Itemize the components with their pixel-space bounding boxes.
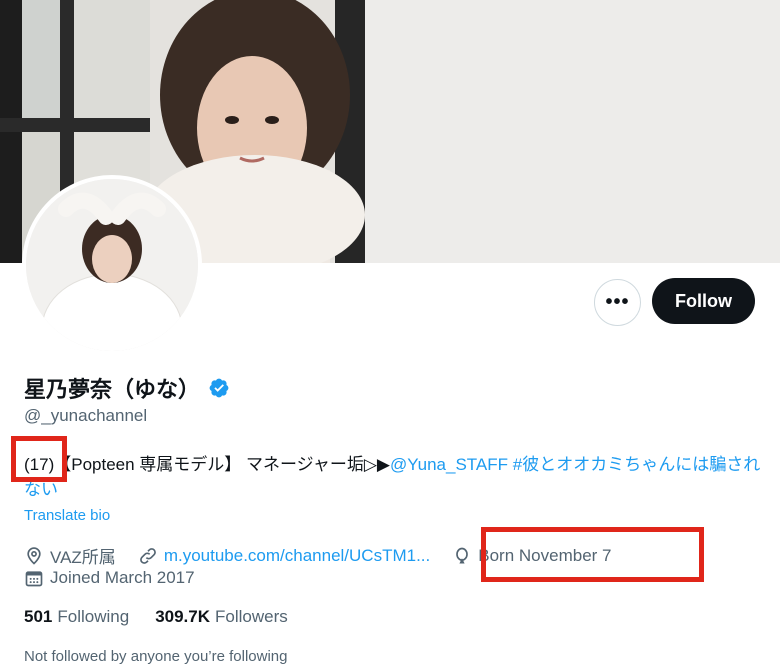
bio-mention-link[interactable]: @Yuna_STAFF <box>390 455 508 474</box>
profile-joined-row: Joined March 2017 <box>24 568 195 588</box>
display-name: 星乃夢奈（ゆな） <box>24 377 201 402</box>
follow-button[interactable]: Follow <box>652 278 755 324</box>
social-context-text: Not followed by anyone you’re following <box>24 648 288 665</box>
following-count: 501 <box>24 607 53 626</box>
profile-bio: (17)【Popteen 専属モデル】 マネージャー垢▷▶@Yuna_STAFF… <box>24 452 764 502</box>
birthday-highlight-box <box>481 527 704 582</box>
profile-handle: @_yunachannel <box>24 406 148 425</box>
followers-count: 309.7K <box>155 607 211 626</box>
avatar-photo <box>26 179 198 351</box>
following-link[interactable]: 501 Following <box>24 607 129 627</box>
followers-label: Followers <box>215 607 288 626</box>
age-highlight-box <box>11 436 67 482</box>
calendar-icon <box>25 571 43 587</box>
balloon-icon <box>456 547 469 563</box>
location-icon <box>27 546 41 565</box>
bio-text: 【Popteen 専属モデル】 マネージャー垢▷▶ <box>54 455 390 474</box>
profile-name-row: 星乃夢奈（ゆな） <box>24 372 230 404</box>
followers-link[interactable]: 309.7K Followers <box>155 607 288 627</box>
translate-bio-link[interactable]: Translate bio <box>24 507 110 524</box>
location-text: VAZ所属 <box>50 548 116 567</box>
link-icon <box>139 547 156 564</box>
more-icon: ••• <box>605 291 630 313</box>
joined-text: Joined March 2017 <box>50 568 195 587</box>
profile-avatar[interactable] <box>22 175 202 355</box>
website-link[interactable]: m.youtube.com/channel/UCsTM1... <box>164 546 430 566</box>
verified-badge-icon[interactable] <box>208 377 230 399</box>
follow-counts: 501 Following 309.7K Followers <box>24 607 288 627</box>
following-label: Following <box>57 607 130 626</box>
more-options-button[interactable]: ••• <box>594 279 641 326</box>
